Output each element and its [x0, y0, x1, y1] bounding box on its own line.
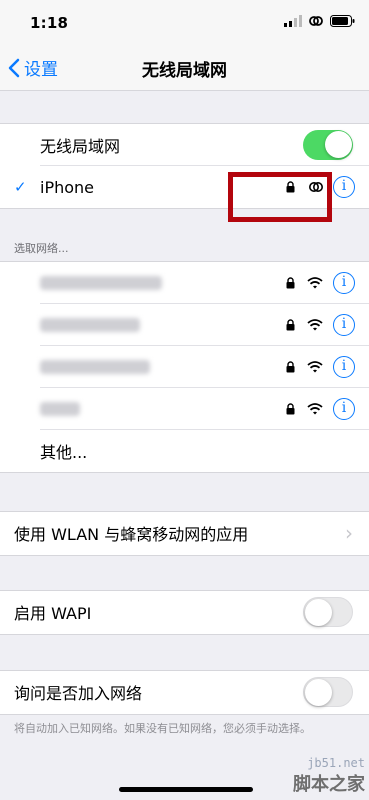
info-button[interactable]: i — [333, 398, 355, 420]
watermark-name: 脚本之家 — [293, 774, 365, 795]
lock-icon — [286, 361, 295, 373]
home-indicator — [119, 787, 253, 792]
status-bar: 1:18 — [0, 0, 369, 44]
info-button[interactable]: i — [333, 356, 355, 378]
other-network-label: 其他... — [40, 443, 88, 462]
wifi-toggle-label: 无线局域网 — [40, 137, 121, 156]
wapi-group: 启用 WAPI — [0, 590, 369, 635]
wlan-cellular-group: 使用 WLAN 与蜂窝移动网的应用 › — [0, 511, 369, 556]
blurred-network-name — [40, 402, 80, 416]
wifi-icon — [307, 277, 323, 289]
connected-network-name: iPhone — [40, 177, 95, 197]
lock-icon — [286, 277, 295, 289]
toggle-knob — [325, 131, 352, 158]
ask-join-footnote: 将自动加入已知网络。如果没有已知网络，您必须手动选择。 — [14, 722, 311, 735]
highlight-box — [228, 172, 332, 222]
checkmark-icon: ✓ — [14, 178, 27, 196]
personal-hotspot-icon — [309, 16, 323, 26]
ask-join-toggle[interactable] — [303, 677, 353, 707]
blurred-network-name — [40, 276, 162, 290]
lock-icon — [286, 319, 295, 331]
wifi-toggle-row: 无线局域网 — [0, 124, 369, 166]
lock-icon — [286, 403, 295, 415]
wlan-cellular-row[interactable]: 使用 WLAN 与蜂窝移动网的应用 › — [0, 512, 369, 554]
info-button[interactable]: i — [333, 314, 355, 336]
watermark-site: jb51.net — [307, 756, 365, 770]
info-button[interactable]: i — [333, 176, 355, 198]
wapi-toggle[interactable] — [303, 597, 353, 627]
wapi-label: 启用 WAPI — [14, 604, 92, 623]
network-row[interactable]: i — [0, 262, 369, 304]
toggle-knob — [305, 679, 332, 706]
status-icons — [284, 14, 355, 28]
networks-section-header: 选取网络... — [14, 242, 69, 255]
wlan-cellular-label: 使用 WLAN 与蜂窝移动网的应用 — [14, 525, 249, 544]
network-row[interactable]: i — [0, 346, 369, 388]
page-title: 无线局域网 — [142, 61, 227, 81]
other-network-row[interactable]: 其他... — [0, 430, 369, 472]
signal-icon — [284, 15, 302, 27]
ask-join-label: 询问是否加入网络 — [14, 684, 143, 703]
blurred-network-name — [40, 360, 150, 374]
wifi-icon — [307, 361, 323, 373]
watermark: jb51.net 脚本之家 — [293, 756, 365, 796]
network-row[interactable]: i — [0, 304, 369, 346]
navigation-bar: 设置 无线局域网 — [0, 44, 369, 91]
networks-group: i i i i 其他... — [0, 261, 369, 473]
network-row[interactable]: i — [0, 388, 369, 430]
wifi-icon — [307, 403, 323, 415]
wifi-toggle[interactable] — [303, 130, 353, 160]
toggle-knob — [305, 599, 332, 626]
wifi-icon — [307, 319, 323, 331]
battery-icon — [330, 15, 355, 27]
ask-join-group: 询问是否加入网络 — [0, 670, 369, 715]
chevron-right-icon: › — [345, 521, 353, 545]
info-button[interactable]: i — [333, 272, 355, 294]
status-time: 1:18 — [30, 14, 69, 32]
wapi-row: 启用 WAPI — [0, 591, 369, 633]
ask-join-row: 询问是否加入网络 — [0, 671, 369, 713]
blurred-network-name — [40, 318, 140, 332]
